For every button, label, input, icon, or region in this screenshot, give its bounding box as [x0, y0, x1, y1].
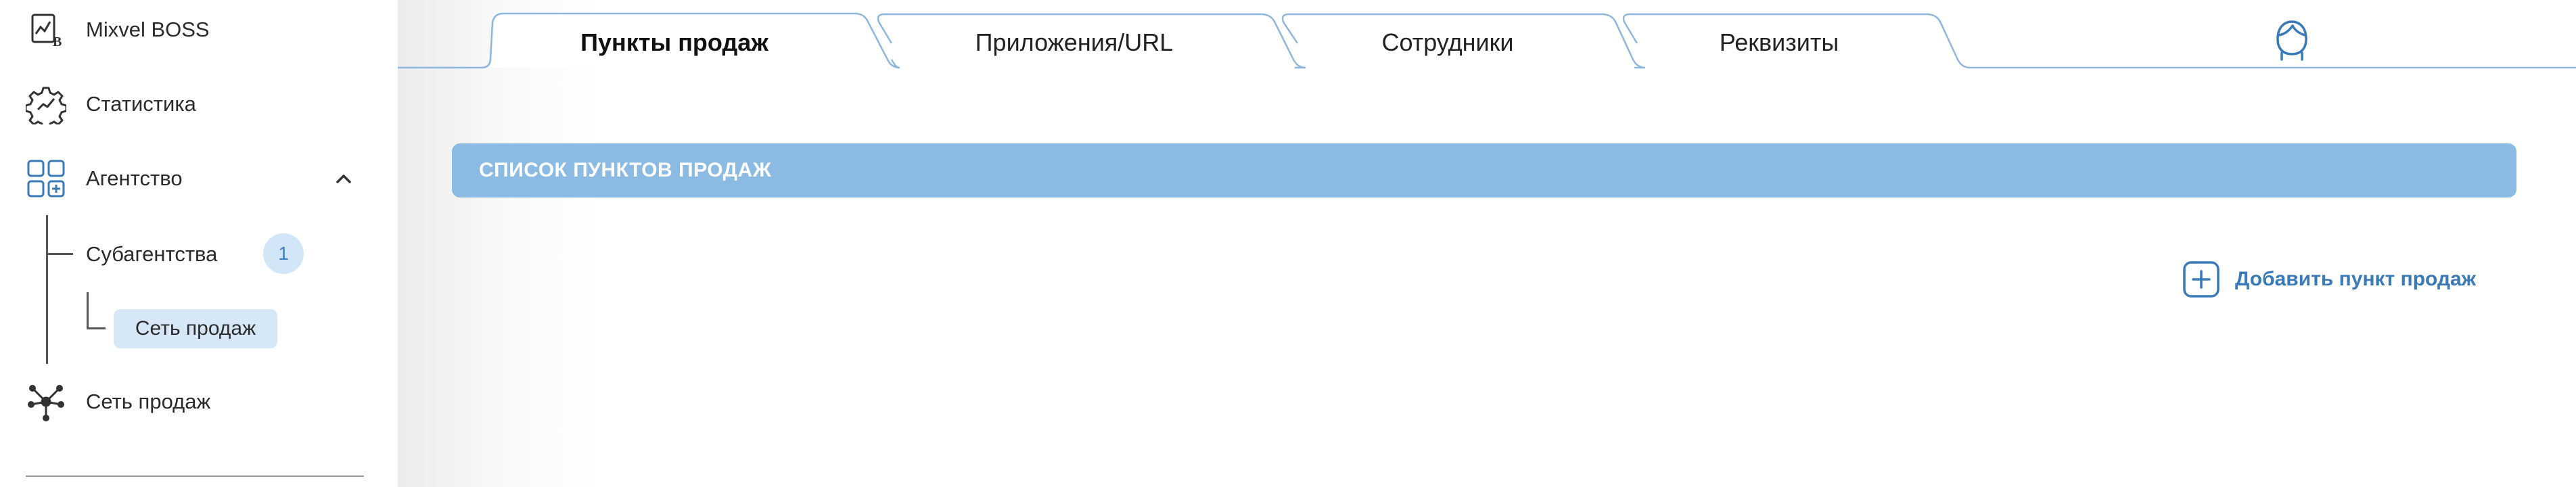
network-icon	[24, 380, 68, 423]
sidebar-item-agency[interactable]: Агентство	[0, 152, 398, 206]
sidebar-item-label: Статистика	[86, 92, 196, 116]
tree-connector	[46, 215, 48, 364]
user-avatar-icon[interactable]	[2272, 19, 2312, 62]
chevron-up-icon[interactable]	[331, 166, 356, 191]
tab-employees[interactable]: Сотрудники	[1382, 28, 1514, 57]
add-sales-point-button[interactable]: Добавить пункт продаж	[2182, 260, 2476, 299]
sidebar-item-mixvel-boss[interactable]: B Mixvel BOSS	[0, 3, 398, 57]
sidebar-subitem-subagencies[interactable]: Субагентства	[86, 242, 217, 266]
tree-connector	[46, 253, 73, 255]
grid-add-icon	[24, 157, 68, 200]
sidebar-item-label: Агентство	[86, 166, 183, 190]
count-badge: 1	[263, 233, 304, 274]
gear-chart-icon	[24, 83, 68, 126]
tab-requisites[interactable]: Реквизиты	[1720, 28, 1839, 57]
sidebar-item-sales-network[interactable]: Сеть продаж	[0, 375, 398, 429]
tab-sales-points[interactable]: Пункты продаж	[580, 28, 768, 57]
sidebar-item-label: Mixvel BOSS	[86, 18, 210, 41]
tree-connector	[87, 327, 106, 329]
svg-text:B: B	[53, 34, 62, 47]
chart-document-icon: B	[24, 8, 68, 51]
sidebar-item-statistics[interactable]: Статистика	[0, 77, 398, 131]
sidebar-item-label: Сеть продаж	[86, 390, 211, 413]
add-sales-point-label: Добавить пункт продаж	[2235, 268, 2476, 290]
sidebar-divider	[26, 476, 364, 477]
plus-square-icon	[2182, 260, 2220, 298]
main-content: Пункты продаж Приложения/URL Сотрудники …	[398, 0, 2576, 487]
tree-connector	[87, 292, 89, 329]
tab-applications-url[interactable]: Приложения/URL	[975, 28, 1174, 57]
section-header: СПИСОК ПУНКТОВ ПРОДАЖ	[452, 143, 2516, 198]
sidebar: B Mixvel BOSS Статистика Агентство Субаг…	[0, 0, 398, 487]
sidebar-subitem-sales-network[interactable]: Сеть продаж	[114, 309, 277, 348]
